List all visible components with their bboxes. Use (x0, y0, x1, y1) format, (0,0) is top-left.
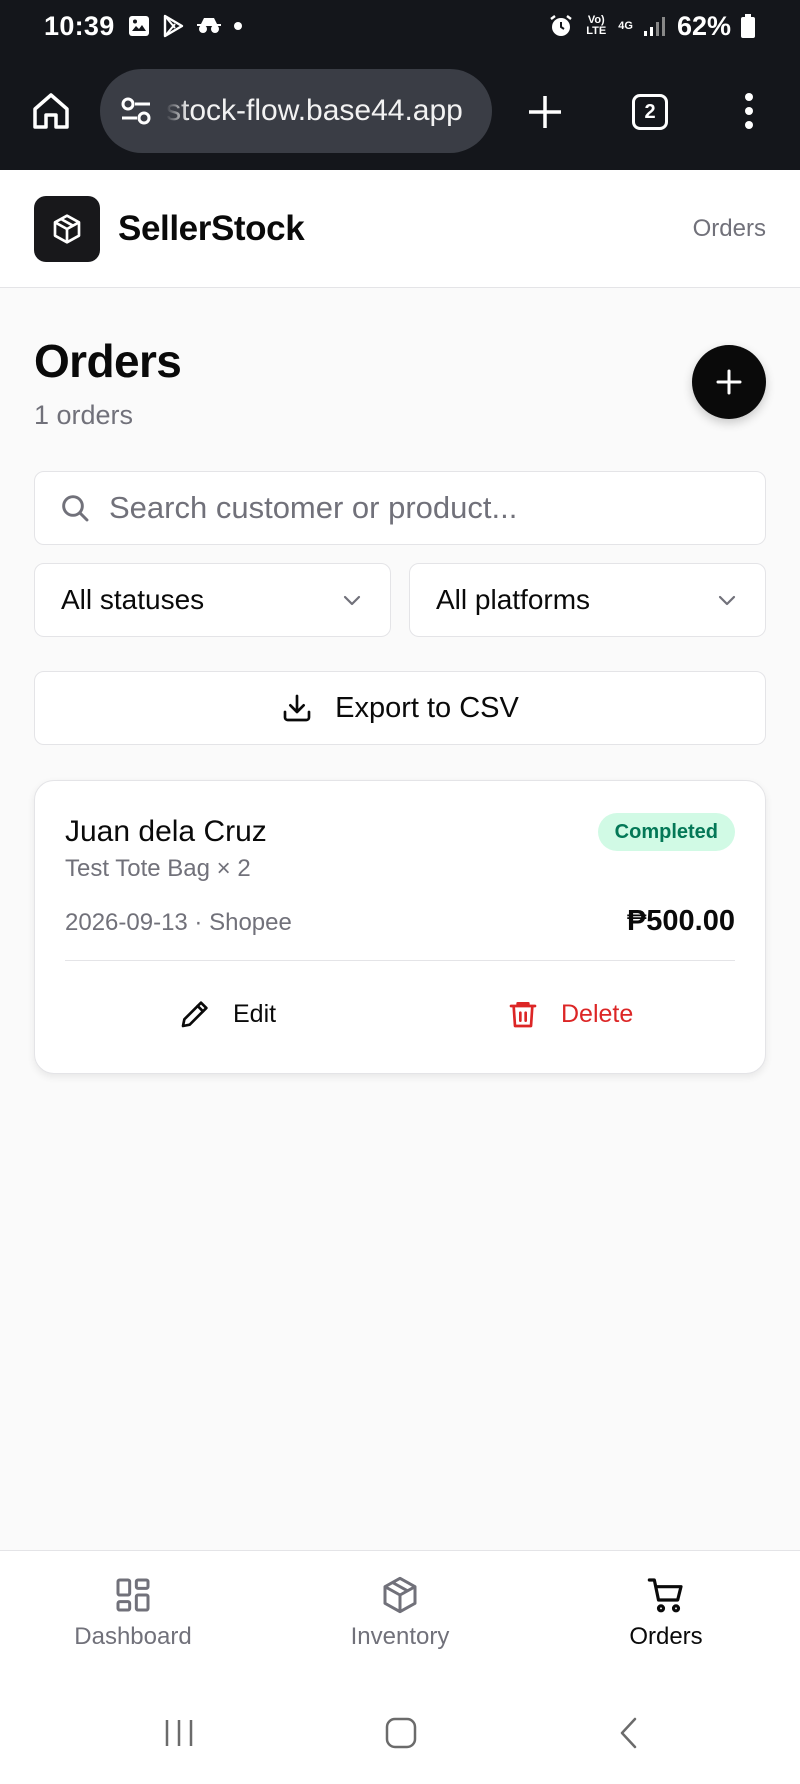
platform-filter-value: All platforms (436, 584, 591, 615)
gallery-icon (128, 16, 149, 36)
battery-icon (741, 14, 755, 38)
edit-order-button[interactable]: Edit (179, 989, 276, 1039)
status-time: 10:39 (44, 10, 115, 41)
nav-dashboard[interactable]: Dashboard (33, 1575, 233, 1651)
chevron-down-icon (343, 595, 361, 606)
download-icon (283, 694, 311, 722)
edit-label: Edit (233, 999, 277, 1028)
network-type: 4G (618, 19, 633, 32)
nav-inventory-label: Inventory (350, 1623, 450, 1650)
plus-icon (716, 369, 742, 395)
platform-filter-select[interactable]: All platforms (409, 563, 766, 637)
cart-icon (647, 1578, 683, 1613)
app-logo[interactable] (34, 195, 100, 262)
status-filter-select[interactable]: All statuses (34, 563, 391, 637)
battery-percent: 62% (676, 10, 731, 41)
order-date-platform: 2026-09-13 · Shopee (65, 909, 292, 936)
search-input[interactable] (109, 490, 729, 526)
recents-icon[interactable] (162, 1716, 196, 1750)
dot-icon (233, 22, 242, 30)
play-store-icon (163, 14, 183, 38)
home-icon[interactable] (30, 90, 72, 132)
url-text: stock-flow.base44.app (166, 94, 463, 127)
status-right: Vo) LTE 4G 62% (548, 11, 756, 42)
order-amount: ₱500.00 (626, 905, 735, 937)
pencil-icon (181, 1001, 208, 1028)
nav-dashboard-label: Dashboard (74, 1623, 192, 1650)
status-filter-value: All statuses (61, 584, 205, 615)
export-csv-label: Export to CSV (335, 691, 519, 724)
order-card[interactable]: Juan dela Cruz Completed Test Tote Bag ×… (34, 780, 766, 1074)
delete-label: Delete (561, 999, 634, 1028)
app-header: SellerStock Orders (0, 170, 800, 288)
status-badge: Completed (597, 813, 735, 851)
new-tab-icon[interactable] (525, 92, 565, 132)
app-name[interactable]: SellerStock (118, 209, 305, 249)
incognito-icon (196, 18, 221, 33)
chevron-down-icon (718, 595, 736, 606)
order-count: 1 orders (34, 400, 134, 430)
bottom-nav: Dashboard Inventory Orders (0, 1550, 800, 1686)
dashboard-icon (116, 1578, 150, 1612)
system-nav-bar (0, 1686, 800, 1784)
nav-orders[interactable]: Orders (566, 1575, 766, 1651)
delete-order-button[interactable]: Delete (507, 989, 633, 1039)
back-icon[interactable] (612, 1716, 646, 1750)
page-title: Orders (34, 335, 182, 387)
alarm-icon (550, 15, 572, 36)
volte-indicator: Vo) LTE (586, 14, 607, 37)
status-bar: 10:39 Vo) LTE 4G 62% (0, 0, 800, 52)
nav-inventory[interactable]: Inventory (300, 1575, 500, 1651)
tab-switcher-button[interactable]: 2 (632, 94, 668, 130)
package-icon (383, 1576, 417, 1614)
signal-icon (643, 17, 665, 36)
site-settings-icon[interactable] (118, 93, 154, 129)
header-nav-orders[interactable]: Orders (693, 215, 766, 243)
nav-orders-label: Orders (629, 1623, 703, 1650)
customer-name: Juan dela Cruz (65, 815, 267, 848)
more-menu-icon[interactable] (736, 90, 762, 132)
trash-icon (509, 1002, 537, 1028)
package-icon (53, 213, 81, 244)
address-bar[interactable]: stock-flow.base44.app (100, 69, 492, 153)
system-home-icon[interactable] (384, 1716, 418, 1750)
order-product: Test Tote Bag × 2 (65, 855, 251, 882)
export-csv-button[interactable]: Export to CSV (34, 671, 766, 745)
add-order-button[interactable] (692, 345, 766, 419)
search-icon (62, 495, 89, 522)
card-divider (65, 960, 735, 961)
search-box (34, 471, 766, 545)
notification-icons (127, 14, 243, 38)
browser-toolbar: stock-flow.base44.app 2 (0, 52, 800, 170)
